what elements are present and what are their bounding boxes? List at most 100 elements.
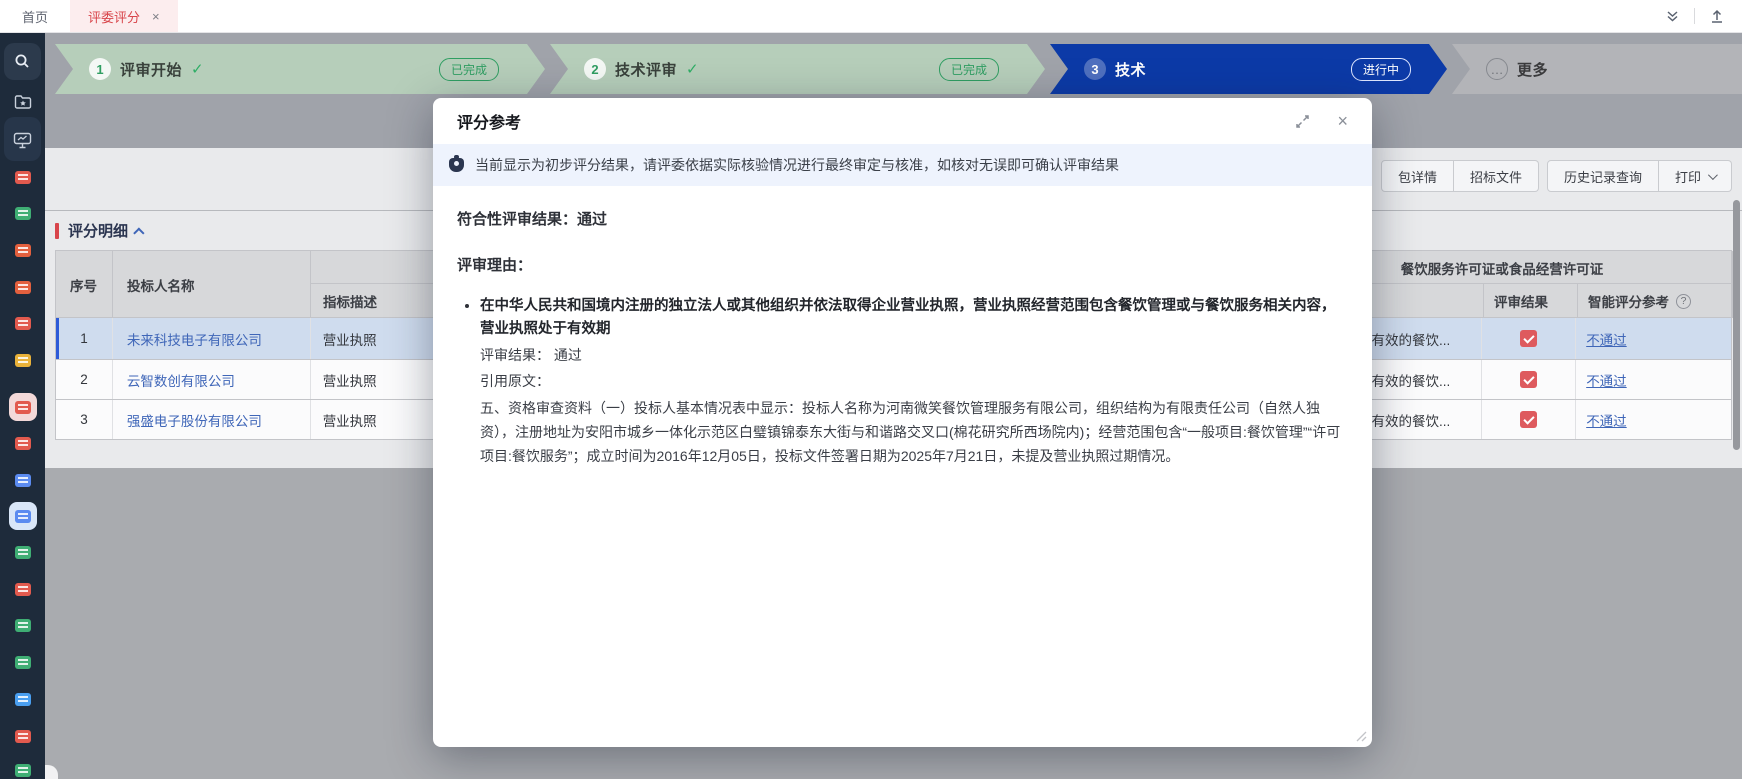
orange-screen-icon [14,280,31,294]
bidder-link[interactable]: 未来科技电子有限公司 [127,329,262,349]
step-technical-review[interactable]: 2 技术评审 ✓ 已完成 [550,44,1045,94]
notice-banner: 当前显示为初步评分结果，请评委依据实际核验情况进行最终审定与核准，如核对无误即可… [433,144,1372,186]
sidebar-item-red-book-2[interactable] [0,305,45,341]
cell-seq: 1 [56,318,113,359]
sidebar-item-blue-grid[interactable] [0,681,45,717]
bidder-link[interactable]: 云智数创有限公司 [127,370,235,390]
header-seq: 序号 [56,251,113,318]
tab-home-label: 首页 [22,9,49,25]
tab-judge-scoring-label: 评委评分 [88,9,141,25]
result-checkbox[interactable] [1520,371,1538,388]
monitor-chart-icon [13,132,32,148]
status-badge: 进行中 [1351,58,1411,81]
history-query-button[interactable]: 历史记录查询 [1546,160,1659,192]
red-bucket-icon [14,582,31,596]
tab-close-icon[interactable]: × [152,9,160,24]
red-book-icon [14,170,31,184]
sidebar [0,33,45,779]
ai-score-link[interactable]: 不通过 [1586,370,1627,390]
sidebar-item-monitor-chart[interactable] [0,122,45,158]
bid-file-button[interactable]: 招标文件 [1453,160,1539,192]
header-bidder: 投标人名称 [113,251,311,318]
notice-text: 当前显示为初步评分结果，请评委依据实际核验情况进行最终审定与核准，如核对无误即可… [475,157,1119,173]
ai-score-link[interactable]: 不通过 [1586,410,1627,430]
green-board-icon [14,545,31,559]
sidebar-item-orange-screen-2[interactable] [0,269,45,305]
step-number: 3 [1084,58,1106,80]
sidebar-item-folder-star[interactable] [0,84,45,120]
sidebar-item-red-box-active[interactable] [0,389,45,425]
sidebar-item-orange-screen-1[interactable] [0,232,45,268]
sidebar-item-blue-cards[interactable] [0,462,45,498]
status-badge: 已完成 [939,58,999,81]
sidebar-item-green-board-1[interactable] [0,195,45,231]
sidebar-item-blue-box-active[interactable] [0,498,45,534]
check-icon: ✓ [686,61,699,78]
sidebar-item-yellow-cart[interactable] [0,342,45,378]
tab-home[interactable]: 首页 [0,0,70,32]
section-header: 评分明细 [55,220,145,241]
sidebar-item-green-board-5[interactable] [0,752,45,779]
step-label: 技术 [1115,61,1147,79]
sidebar-item-red-bucket[interactable] [0,571,45,607]
sidebar-item-red-book-1[interactable] [0,159,45,195]
reason-item: 在中华人民共和国境内注册的独立法人或其他组织并依法取得企业营业执照，营业执照经营… [480,294,1348,469]
status-badge: 已完成 [439,58,499,81]
sidebar-item-red-screen[interactable] [0,718,45,754]
scoring-reference-dialog: 评分参考 × 当前显示为初步评分结果，请评委依据实际核验情况进行最终审定与核准，… [433,98,1372,747]
sidebar-item-green-board-3[interactable] [0,607,45,643]
red-box-icon [14,400,31,414]
upload-icon[interactable] [1708,7,1726,25]
header-ai-score: 智能评分参考 ? [1578,284,1733,318]
print-label: 打印 [1674,169,1701,185]
tab-judge-scoring[interactable]: 评委评分 × [70,0,178,32]
panel-corner [45,765,58,779]
cart-icon [14,353,31,367]
green-board-icon [14,655,31,669]
expand-icon[interactable] [1294,113,1311,130]
section-title: 评分明细 [68,223,129,240]
red-book-icon [14,436,31,450]
app-window: 首页 评委评分 × 1 评审开始 ✓ 已完成 2 技术评审 ✓ 已完成 3 技术… [0,0,1742,779]
step-label: 更多 [1517,61,1549,79]
ai-score-link[interactable]: 不通过 [1586,329,1627,349]
step-review-start[interactable]: 1 评审开始 ✓ 已完成 [55,44,545,94]
quote-label: 引用原文： [480,372,550,389]
step-more[interactable]: … 更多 [1452,44,1742,94]
package-detail-button[interactable]: 包详情 [1380,160,1454,192]
bidder-link[interactable]: 强盛电子股份有限公司 [127,410,262,430]
help-icon[interactable]: ? [1676,293,1691,309]
reason-criterion: 在中华人民共和国境内注册的独立法人或其他组织并依法取得企业营业执照，营业执照经营… [480,297,1336,337]
cell-seq: 2 [56,360,113,399]
step-label: 技术评审 [615,61,678,79]
folder-star-icon [14,95,31,109]
dialog-body: 符合性评审结果：通过 评审理由： 在中华人民共和国境内注册的独立法人或其他组织并… [433,186,1372,490]
scrollbar-thumb[interactable] [1733,200,1740,450]
red-book-icon [14,316,31,330]
check-icon: ✓ [191,61,204,78]
search-icon [15,54,29,68]
sidebar-search-button[interactable] [4,43,41,80]
sidebar-item-red-book-3[interactable] [0,425,45,461]
chevron-down-icon [1707,169,1718,180]
tabbar-actions [1663,0,1742,32]
sidebar-item-green-board-2[interactable] [0,534,45,570]
collapse-section-icon[interactable] [133,226,145,239]
green-board-icon [14,206,31,220]
step-technical[interactable]: 3 技术 进行中 [1050,44,1447,94]
toolbar-divider [1694,8,1695,24]
grid-icon [14,692,31,706]
resize-handle[interactable] [1352,727,1367,742]
blue-cards-icon [14,473,31,487]
step-number: 1 [89,58,111,80]
toolbar: 包详情 招标文件 历史记录查询 打印 [1380,160,1732,192]
section-accent-bar [55,222,59,239]
close-icon[interactable]: × [1337,112,1348,130]
red-screen-icon [14,729,31,743]
print-button[interactable]: 打印 [1658,160,1732,192]
compliance-result: 符合性评审结果：通过 [457,211,608,228]
collapse-tabs-icon[interactable] [1663,7,1681,25]
result-checkbox[interactable] [1520,330,1538,347]
sidebar-item-green-board-4[interactable] [0,644,45,680]
result-checkbox[interactable] [1520,411,1538,428]
